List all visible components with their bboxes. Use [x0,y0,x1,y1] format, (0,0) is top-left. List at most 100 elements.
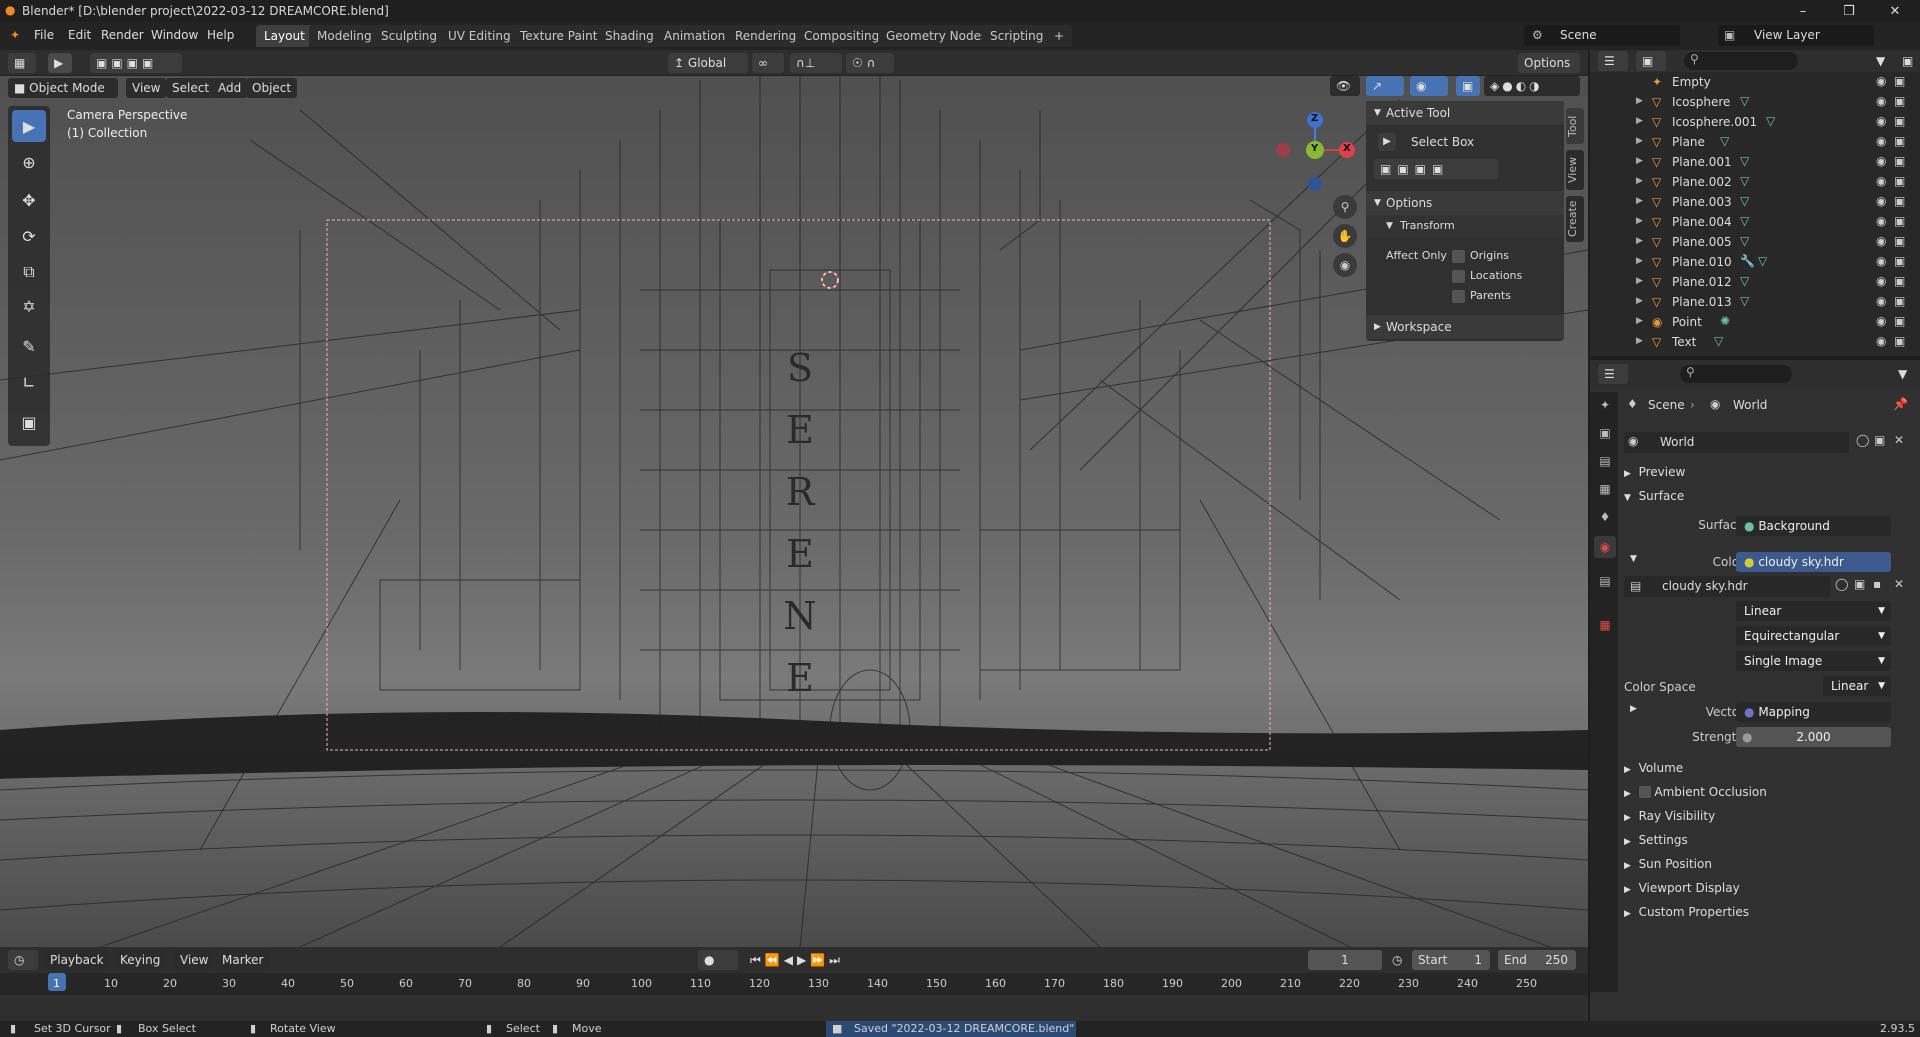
camera-icon[interactable]: ▣ [1894,234,1905,248]
tab-geometry-nodes[interactable]: Geometry Nodes [878,25,996,47]
texture-tab-icon[interactable]: ▦ [1594,614,1616,636]
expand-arrow-icon[interactable]: ▶ [1636,136,1643,146]
outliner-row[interactable]: ▶ ▽ Plane ▽ ◉ ▣ [1590,132,1920,152]
tab-scripting[interactable]: Scripting [982,25,1052,47]
menu-view[interactable]: View [126,78,167,98]
mesh-data-icon[interactable]: ▽ [1758,254,1767,268]
modifier-wrench-icon[interactable]: 🔧 [1740,254,1755,268]
fake-user-icon[interactable]: ◯ [1856,433,1869,447]
mesh-data-icon[interactable]: ▽ [1720,134,1729,148]
cursor-tool-icon[interactable]: ⊕ [12,146,46,178]
unlink-icon[interactable]: ✕ [1894,433,1904,447]
eye-icon[interactable]: ◉ [1876,214,1886,228]
mesh-data-icon[interactable]: ▽ [1740,154,1749,168]
proportional-edit-icon[interactable]: ☉ ∩ [846,53,894,73]
properties-search-input[interactable]: ⚲ [1680,365,1792,383]
camera-icon[interactable]: ▣ [1894,274,1905,288]
menu-add[interactable]: Add [212,78,248,98]
menu-help[interactable]: Help [207,28,234,42]
eye-icon[interactable]: ◉ [1876,114,1886,128]
expand-arrow-icon[interactable]: ▶ [1636,276,1643,286]
display-mode-icon[interactable]: ▣ [1636,51,1666,71]
eye-icon[interactable]: ◉ [1876,294,1886,308]
surface-shader-field[interactable]: ● Background [1736,516,1891,536]
outliner-row[interactable]: ▶ ▽ Plane.013 ▽ ◉ ▣ [1590,292,1920,312]
pin-icon[interactable]: 📌 [1893,397,1908,411]
scale-tool-icon[interactable]: ⧉ [12,256,46,288]
transform-subheader[interactable]: ▼ Transform [1366,215,1564,237]
navigation-gizmo[interactable]: X Z Y [1264,110,1374,210]
pivot-point-icon[interactable]: ∞ [752,53,784,73]
pan-hand-icon[interactable]: ✋ [1333,224,1357,248]
eye-icon[interactable]: ◉ [1876,334,1886,348]
image-datablock-field[interactable]: ▤ cloudy sky.hdr [1624,576,1830,597]
overlay-toggle-icon[interactable]: ◉ [1410,76,1448,96]
eye-icon[interactable]: ◉ [1876,314,1886,328]
mesh-data-icon[interactable]: ▽ [1740,214,1749,228]
tab-layout[interactable]: Layout [256,25,313,47]
world-datablock-field[interactable]: ◉ World [1624,432,1849,453]
outliner-row[interactable]: ▶ ▽ Plane.005 ▽ ◉ ▣ [1590,232,1920,252]
outliner-row[interactable]: ▶ ▽ Icosphere ▽ ◉ ▣ [1590,92,1920,112]
expand-arrow-icon[interactable]: ▶ [1636,256,1643,266]
add-workspace-button[interactable]: + [1046,25,1073,47]
expand-arrow-icon[interactable]: ▶ [1636,216,1643,226]
sidebar-tab-view[interactable]: View [1566,150,1584,190]
expand-arrow-icon[interactable]: ▶ [1636,156,1643,166]
vector-expand-arrow-icon[interactable]: ▶ [1630,704,1637,714]
move-tool-icon[interactable]: ✥ [12,184,46,216]
camera-icon[interactable]: ▣ [1894,334,1905,348]
mesh-data-icon[interactable]: ▽ [1740,194,1749,208]
ambient-occlusion-section[interactable]: ▶ Ambient Occlusion [1624,785,1767,799]
viewport-display-section[interactable]: ▶ Viewport Display [1624,881,1740,895]
timeline-editor-icon[interactable]: ◷ [8,950,38,970]
ao-checkbox[interactable] [1638,786,1651,798]
tab-texture-paint[interactable]: Texture Paint [512,25,606,47]
select-tool-icon[interactable]: ▶ [48,53,72,73]
ray-visibility-section[interactable]: ▶ Ray Visibility [1624,809,1715,823]
record-button[interactable]: ● [698,950,738,970]
expand-arrow-icon[interactable]: ▶ [1636,196,1643,206]
unlink-icon[interactable]: ✕ [1894,577,1904,591]
eye-icon[interactable]: ◉ [1876,194,1886,208]
color-space-dropdown[interactable]: Linear ▼ [1823,676,1891,696]
outliner-row[interactable]: ✦ Empty ◉ ▣ [1590,72,1920,92]
menu-object[interactable]: Object [246,78,298,98]
camera-icon[interactable]: ▣ [1894,154,1905,168]
vector-field[interactable]: ● Mapping [1736,702,1891,722]
camera-icon[interactable]: ▣ [1894,294,1905,308]
active-tool-header[interactable]: ▼ Active Tool [1366,101,1564,125]
workspace-header[interactable]: ▶ Workspace [1366,315,1564,339]
menu-edit[interactable]: Edit [68,28,91,42]
properties-options-icon[interactable]: ▼ [1892,364,1914,384]
color-collapse-arrow-icon[interactable]: ▼ [1630,554,1637,564]
mesh-data-icon[interactable]: ▽ [1740,274,1749,288]
menu-select[interactable]: Select [166,78,216,98]
camera-icon[interactable]: ▣ [1894,194,1905,208]
custom-properties-section[interactable]: ▶ Custom Properties [1624,905,1749,919]
open-folder-icon[interactable]: ▪ [1873,577,1881,591]
volume-section[interactable]: ▶ Volume [1624,761,1683,775]
text-data-icon[interactable]: ▽ [1714,334,1723,348]
eye-icon[interactable]: ◉ [1876,134,1886,148]
annotate-tool-icon[interactable]: ✎ [12,330,46,362]
transform-tool-icon[interactable]: ✡ [12,290,46,322]
expand-arrow-icon[interactable]: ▶ [1636,236,1643,246]
options-header[interactable]: ▼ Options [1366,191,1564,215]
outliner-row[interactable]: ▶ ▽ Plane.010 🔧 ▽ ◉ ▣ [1590,252,1920,272]
minimize-button[interactable]: – [1780,0,1826,22]
outliner-row[interactable]: ▶ ▽ Plane.004 ▽ ◉ ▣ [1590,212,1920,232]
render-tab-icon[interactable]: ▣ [1594,422,1616,444]
sun-position-section[interactable]: ▶ Sun Position [1624,857,1712,871]
mesh-data-icon[interactable]: ▽ [1740,294,1749,308]
scene-tab-icon[interactable]: ♦ [1594,506,1616,528]
gizmo-toggle-icon[interactable]: ↗ [1366,76,1404,96]
rotate-tool-icon[interactable]: ⟳ [12,220,46,252]
camera-icon[interactable]: ▣ [1894,254,1905,268]
3d-viewport[interactable]: S E R E N E Camera Perspective (1) Colle… [0,50,1588,947]
outliner-row[interactable]: ▶ ▽ Text ▽ ◉ ▣ [1590,332,1920,352]
eye-icon[interactable]: ◉ [1876,74,1886,88]
camera-icon[interactable]: ▣ [1894,74,1905,88]
xray-toggle-icon[interactable]: ▣ [1456,76,1480,96]
view-layer-tab-icon[interactable]: ▦ [1594,478,1616,500]
